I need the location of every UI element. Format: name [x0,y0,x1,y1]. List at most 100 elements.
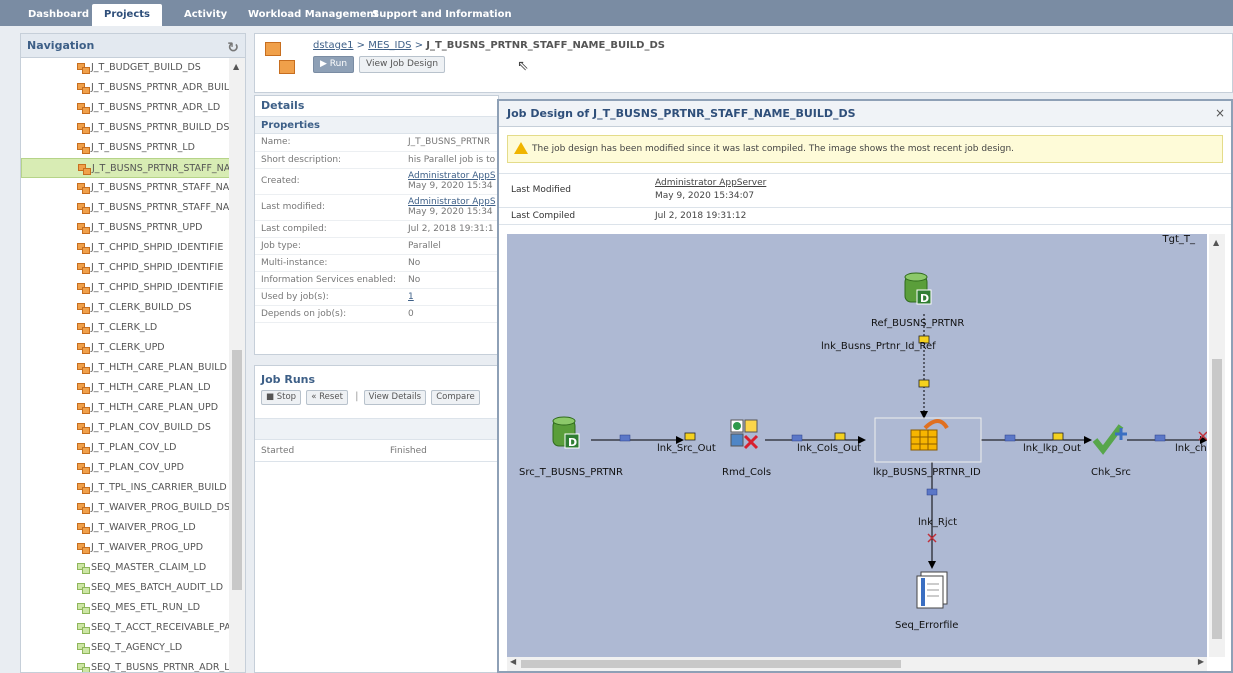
compare-button[interactable]: Compare [431,390,480,405]
nav-item[interactable]: SEQ_T_AGENCY_LD [21,638,231,658]
property-key: Job type: [255,237,403,255]
link-label-rjct: lnk_Rjct [918,517,958,528]
parallel-job-icon [77,443,90,454]
nav-item[interactable]: J_T_HLTH_CARE_PLAN_LD [21,378,231,398]
nav-item[interactable]: J_T_BUSNS_PRTNR_STAFF_NA [21,158,231,178]
nav-item[interactable]: J_T_BUSNS_PRTNR_UPD [21,218,231,238]
parallel-job-icon [77,243,90,254]
nav-item[interactable]: SEQ_MASTER_CLAIM_LD [21,558,231,578]
tab-dashboard[interactable]: Dashboard [16,4,101,26]
transformer-icon[interactable] [730,419,759,450]
canvas-hscroll-thumb[interactable] [521,660,901,668]
scroll-up-icon[interactable]: ▲ [1213,238,1219,247]
tab-support-information[interactable]: Support and Information [360,4,524,26]
nav-item-label: J_T_BUSNS_PRTNR_UPD [91,222,203,233]
stage-label-chk: Chk_Src [1091,467,1131,478]
property-user-link[interactable]: Administrator AppS [408,171,496,181]
nav-item[interactable]: J_T_BUSNS_PRTNR_BUILD_DS [21,118,231,138]
nav-item[interactable]: J_T_CLERK_UPD [21,338,231,358]
nav-item[interactable]: SEQ_T_BUSNS_PRTNR_ADR_L [21,658,231,672]
property-row: Last modified: Administrator AppS May 9, 2… [255,194,502,221]
parallel-job-icon [77,223,90,234]
nav-item-label: J_T_CLERK_LD [91,322,158,333]
canvas-vertical-scrollbar[interactable]: ▲ [1209,234,1225,657]
last-modified-label: Last Modified [511,185,572,195]
nav-item[interactable]: J_T_BUSNS_PRTNR_ADR_LD [21,98,231,118]
parallel-job-icon [77,63,90,74]
stop-button[interactable]: ■ Stop [261,390,302,405]
nav-item-label: J_T_PLAN_COV_LD [91,442,177,453]
nav-item[interactable]: SEQ_T_ACCT_RECEIVABLE_PA [21,618,231,638]
view-job-design-button[interactable]: View Job Design [359,56,446,73]
breadcrumb-job-name: J_T_BUSNS_PRTNR_STAFF_NAME_BUILD_DS [426,40,665,51]
column-started[interactable]: Started [261,446,294,456]
property-value: No [402,254,502,272]
nav-item[interactable]: J_T_CLERK_LD [21,318,231,338]
scroll-left-icon[interactable]: ◀ [510,657,516,666]
navigation-header: Navigation ↻ [21,34,245,58]
tab-activity[interactable]: Activity [172,4,239,26]
job-design-dialog: Job Design of J_T_BUSNS_PRTNR_STAFF_NAME… [497,99,1233,673]
nav-item[interactable]: J_T_BUSNS_PRTNR_STAFF_NA [21,198,231,218]
nav-item-label: J_T_BUSNS_PRTNR_STAFF_NA [91,182,230,193]
parallel-job-icon [77,183,90,194]
reset-button[interactable]: « Reset [306,390,348,405]
nav-item[interactable]: J_T_BUDGET_BUILD_DS [21,58,231,78]
nav-item-label: J_T_CLERK_UPD [91,342,165,353]
nav-item[interactable]: J_T_PLAN_COV_UPD [21,458,231,478]
nav-item[interactable]: J_T_TPL_INS_CARRIER_BUILD [21,478,231,498]
property-value-text: Parallel [408,240,441,251]
nav-item[interactable]: J_T_CHPID_SHPID_IDENTIFIE [21,278,231,298]
close-icon[interactable]: × [1215,106,1225,120]
refresh-icon[interactable]: ↻ [227,36,239,60]
breadcrumb-mes-ids[interactable]: MES_IDS [368,40,411,51]
nav-item[interactable]: J_T_WAIVER_PROG_LD [21,518,231,538]
nav-item[interactable]: J_T_BUSNS_PRTNR_STAFF_NA [21,178,231,198]
property-row: Depends on job(s): 0 [255,305,502,323]
last-compiled-row: Last Compiled Jul 2, 2018 19:31:12 [499,207,1231,225]
nav-item[interactable]: J_T_CHPID_SHPID_IDENTIFIE [21,258,231,278]
nav-item[interactable]: SEQ_MES_BATCH_AUDIT_LD [21,578,231,598]
canvas-vscroll-thumb[interactable] [1212,359,1222,639]
lookup-stage-icon[interactable] [910,419,949,451]
nav-item[interactable]: J_T_HLTH_CARE_PLAN_BUILD [21,358,231,378]
link-marker-icon [834,432,846,441]
navigation-scroll-thumb[interactable] [232,350,242,590]
nav-item[interactable]: SEQ_MES_ETL_RUN_LD [21,598,231,618]
sequence-job-icon [77,623,90,634]
navigation-scrollbar[interactable]: ▲ [229,58,245,672]
property-user-link[interactable]: Administrator AppS [408,197,496,207]
nav-item[interactable]: J_T_CLERK_BUILD_DS [21,298,231,318]
nav-item-label: J_T_HLTH_CARE_PLAN_UPD [91,402,219,413]
last-modified-by-link[interactable]: Administrator AppServer [655,178,766,188]
nav-item-label: SEQ_T_AGENCY_LD [91,642,183,653]
breadcrumb-dstage1[interactable]: dstage1 [313,40,353,51]
nav-item[interactable]: J_T_CHPID_SHPID_IDENTIFIE [21,238,231,258]
src-dataset-icon[interactable]: D [552,416,580,449]
job-design-canvas[interactable]: D D Src_T_BUSNS_PRTNR Rmd_Cols lkp_BUSNS… [507,234,1207,657]
nav-item[interactable]: J_T_BUSNS_PRTNR_ADR_BUIL [21,78,231,98]
reject-marker-icon [1198,431,1207,441]
view-details-button[interactable]: View Details [363,390,426,405]
scroll-right-icon[interactable]: ▶ [1198,657,1204,666]
canvas-horizontal-scrollbar[interactable]: ◀ ▶ [507,657,1207,671]
warning-text: The job design has been modified since i… [532,144,1015,154]
nav-item[interactable]: J_T_PLAN_COV_BUILD_DS [21,418,231,438]
ref-dataset-icon[interactable]: D [904,272,932,305]
nav-item[interactable]: J_T_WAIVER_PROG_UPD [21,538,231,558]
check-stage-icon[interactable] [1092,424,1127,455]
nav-item[interactable]: J_T_HLTH_CARE_PLAN_UPD [21,398,231,418]
run-button[interactable]: ▶ Run [313,56,355,73]
property-value-text[interactable]: 1 [408,292,414,302]
link-marker-icon [619,434,631,442]
nav-item[interactable]: J_T_BUSNS_PRTNR_LD [21,138,231,158]
link-marker-icon [918,379,930,388]
nav-item-label: J_T_BUDGET_BUILD_DS [91,62,201,73]
column-finished[interactable]: Finished [390,446,427,456]
parallel-job-icon [77,403,90,414]
scroll-up-icon[interactable]: ▲ [233,62,239,71]
sequential-file-icon[interactable] [916,571,948,609]
nav-item[interactable]: J_T_PLAN_COV_LD [21,438,231,458]
nav-item[interactable]: J_T_WAIVER_PROG_BUILD_DS [21,498,231,518]
tab-projects[interactable]: Projects [92,4,163,26]
